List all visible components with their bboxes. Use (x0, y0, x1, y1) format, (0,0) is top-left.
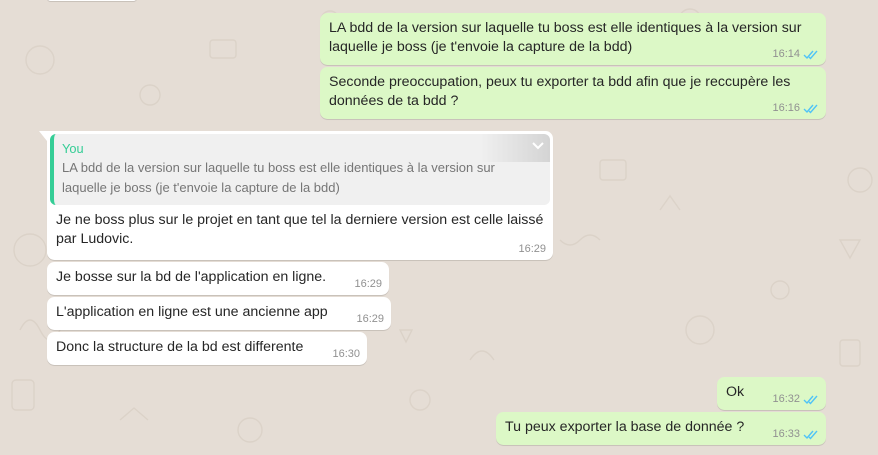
message-time: 16:33 (772, 428, 800, 440)
previous-message-stub (47, 0, 137, 1)
message-meta: 16:30 (332, 347, 360, 362)
message-text: Donc la structure de la bd est different… (56, 339, 304, 355)
bubble-tail (39, 131, 47, 141)
message-meta: 16:32 (772, 392, 819, 407)
message-meta: 16:29 (356, 312, 384, 327)
message-time: 16:14 (772, 48, 800, 60)
quoted-text: LA bdd de la version sur laquelle tu bos… (62, 160, 495, 195)
message-time: 16:29 (518, 243, 546, 255)
incoming-message[interactable]: L'application en ligne est une ancienne … (47, 297, 391, 330)
message-time: 16:32 (772, 393, 800, 405)
incoming-message-with-reply[interactable]: You LA bdd de la version sur laquelle tu… (39, 131, 553, 260)
incoming-message[interactable]: Je bosse sur la bd de l'application en l… (47, 262, 389, 295)
outgoing-message[interactable]: Ok 16:32 (717, 377, 826, 410)
message-text: Je bosse sur la bd de l'application en l… (56, 269, 327, 285)
message-time: 16:29 (356, 313, 384, 325)
double-check-icon (803, 104, 818, 114)
chat-pane: LA bdd de la version sur laquelle tu bos… (0, 0, 878, 455)
message-time: 16:30 (332, 348, 360, 360)
message-text: LA bdd de la version sur laquelle tu bos… (329, 20, 802, 55)
message-text: Je ne boss plus sur le projet en tant qu… (56, 212, 544, 247)
message-time: 16:29 (354, 278, 382, 290)
outgoing-message[interactable]: Tu peux exporter la base de donnée ? 16:… (496, 412, 826, 445)
message-text: Seconde preoccupation, peux tu exporter … (329, 74, 791, 109)
incoming-message[interactable]: Donc la structure de la bd est different… (47, 332, 367, 365)
double-check-icon (803, 430, 818, 440)
message-meta: 16:16 (772, 101, 819, 116)
chevron-down-icon[interactable] (531, 141, 545, 151)
message-meta: 16:33 (772, 427, 819, 442)
message-time: 16:16 (772, 102, 800, 114)
double-check-icon (803, 50, 818, 60)
quoted-author: You (62, 141, 84, 156)
message-meta: 16:14 (772, 47, 819, 62)
quoted-message[interactable]: You LA bdd de la version sur laquelle tu… (50, 134, 550, 205)
outgoing-message[interactable]: Seconde preoccupation, peux tu exporter … (320, 67, 826, 119)
message-meta: 16:29 (354, 277, 382, 292)
outgoing-message[interactable]: LA bdd de la version sur laquelle tu bos… (320, 13, 826, 65)
double-check-icon (803, 395, 818, 405)
message-meta: 16:29 (518, 242, 546, 257)
message-text: L'application en ligne est une ancienne … (56, 304, 328, 320)
